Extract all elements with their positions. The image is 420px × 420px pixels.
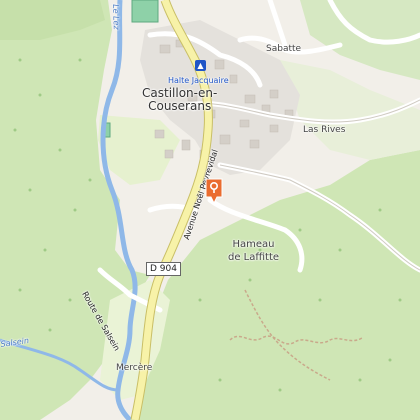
- map-canvas: [0, 0, 420, 420]
- road-shield-d904: D 904: [146, 262, 181, 276]
- place-label-mercere: Mercère: [116, 363, 153, 373]
- sports-pitch: [131, 0, 159, 23]
- river-label-lez: Le Lez: [111, 4, 121, 30]
- map-view[interactable]: Castillon-en- Couserans Sabatte Las Rive…: [0, 0, 420, 420]
- forest-area-east: [130, 150, 420, 420]
- place-label-hameau: Hameau de Laffitte: [228, 239, 280, 263]
- bus-station-icon[interactable]: ▲: [195, 60, 206, 71]
- town-label: Castillon-en- Couserans: [142, 86, 218, 113]
- location-pin-icon[interactable]: [204, 177, 224, 205]
- place-label-las-rives: Las Rives: [303, 125, 346, 135]
- place-label-sabatte: Sabatte: [266, 44, 302, 54]
- station-label[interactable]: Halte Jacquaire: [168, 76, 229, 86]
